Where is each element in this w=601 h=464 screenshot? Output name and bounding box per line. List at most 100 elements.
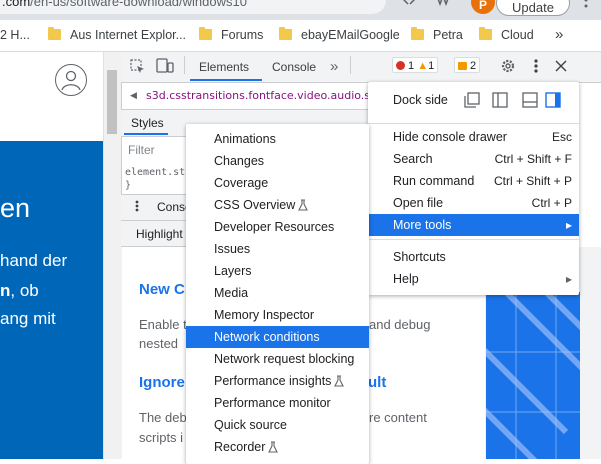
menu-item-run-command[interactable]: Run command Ctrl + Shift + P (368, 170, 579, 192)
dock-side-text: Dock side (393, 93, 448, 107)
more-tools-submenu: Animations Changes Coverage CSS Overview… (186, 124, 369, 464)
more-tabs-button[interactable]: » (330, 52, 338, 82)
menu-item-shortcut: Ctrl + P (531, 196, 572, 210)
menu-item-open-file[interactable]: Open file Ctrl + P (368, 192, 579, 214)
menu-item-shortcuts[interactable]: Shortcuts (368, 246, 579, 268)
dock-side-label: Dock side (393, 93, 448, 107)
menu-item-label: CSS Overview (214, 198, 296, 212)
issues-badge[interactable]: 2 (454, 57, 481, 73)
bookmarks-overflow-button[interactable]: » (555, 26, 563, 44)
folder-icon (199, 27, 212, 40)
account-icon[interactable] (55, 64, 87, 96)
error-count-badge[interactable]: 1 ▲1 (392, 57, 439, 73)
omnibox[interactable]: .com/en-us/software-download/windows10 (0, 0, 386, 14)
bookmark-label: ebayEMailGoogle (301, 28, 400, 42)
warning-icon: ▲ (417, 60, 429, 72)
folder-icon (479, 27, 492, 40)
url-text[interactable]: .com/en-us/software-download/windows10 (2, 0, 247, 9)
customize-menu-icon[interactable] (534, 59, 538, 73)
chevron-right-icon: » (330, 58, 339, 75)
error-count: 1 (408, 60, 415, 72)
menu-item-help[interactable]: Help ▸ (368, 268, 579, 290)
menu-item-label: Performance monitor (214, 396, 331, 410)
device-toolbar-icon[interactable] (156, 58, 174, 74)
menu-item-changes[interactable]: Changes (186, 150, 369, 172)
page-scrollbar-thumb[interactable] (107, 70, 117, 134)
warning-count: 1 (428, 60, 435, 72)
update-button[interactable]: Update (496, 0, 570, 16)
active-tab-indicator (124, 133, 168, 135)
menu-item-more-tools[interactable]: More tools ▸ (368, 214, 579, 236)
issues-count: 2 (470, 60, 477, 72)
menu-item-performance-insights[interactable]: Performance insights (186, 370, 369, 392)
menu-item-label: Network request blocking (214, 352, 355, 366)
menu-item-developer-resources[interactable]: Developer Resources (186, 216, 369, 238)
share-icon[interactable] (402, 0, 416, 8)
menu-item-label: Shortcuts (393, 250, 446, 264)
heading-text: Ignore (139, 374, 185, 391)
chevron-right-icon: » (555, 26, 564, 43)
menu-item-network-request-blocking[interactable]: Network request blocking (186, 348, 369, 370)
whats-new-text: The deb (139, 410, 187, 425)
menu-item-performance-monitor[interactable]: Performance monitor (186, 392, 369, 414)
dock-bottom-icon[interactable] (522, 92, 538, 108)
menu-item-memory-inspector[interactable]: Memory Inspector (186, 304, 369, 326)
tab-console[interactable]: Console (272, 52, 316, 82)
inspect-element-icon[interactable] (130, 59, 145, 74)
bookmark-folder[interactable]: ebayEMailGoogle (279, 26, 400, 44)
menu-item-hide-console-drawer[interactable]: Hide console drawer Esc (368, 126, 579, 148)
undock-icon[interactable] (464, 92, 480, 108)
whats-new-text: re content (369, 410, 427, 425)
bookmark-folder[interactable]: Aus Internet Explor... (48, 26, 186, 44)
menu-item-search[interactable]: Search Ctrl + Shift + F (368, 148, 579, 170)
menu-item-recorder[interactable]: Recorder (186, 436, 369, 458)
menu-item-issues[interactable]: Issues (186, 238, 369, 260)
devtools-scrollbar[interactable] (581, 292, 601, 459)
bookmark-item[interactable]: 2 H... (0, 26, 30, 44)
menu-item-animations[interactable]: Animations (186, 128, 369, 150)
bookmark-folder[interactable]: Cloud (479, 26, 534, 44)
bookmarks-bar: 2 H... Aus Internet Explor... Forums eba… (0, 20, 601, 52)
experiment-flask-icon (334, 375, 345, 387)
bookmark-star-icon[interactable] (436, 0, 450, 6)
close-icon[interactable] (555, 60, 567, 72)
experiment-flask-icon (298, 199, 309, 211)
triangle-left-icon[interactable]: ◀ (130, 90, 137, 101)
menu-item-css-overview[interactable]: CSS Overview (186, 194, 369, 216)
hero-text-line: n, ob (0, 281, 39, 301)
hero-text-line: hand der (0, 251, 68, 270)
dock-left-icon[interactable] (492, 92, 508, 108)
menu-item-layers[interactable]: Layers (186, 260, 369, 282)
toolbar-divider (350, 56, 351, 74)
styles-filter-input[interactable]: Filter (128, 143, 155, 157)
menu-item-quick-source[interactable]: Quick source (186, 414, 369, 436)
menu-item-label: Help (393, 272, 419, 286)
whats-new-text: and debug (369, 317, 431, 332)
whats-new-heading[interactable]: ult (368, 374, 386, 391)
menu-item-label: Coverage (214, 176, 269, 190)
menu-item-network-conditions[interactable]: Network conditions (186, 326, 369, 348)
menu-item-shortcut: Ctrl + Shift + P (493, 174, 572, 188)
drawer-menu-icon[interactable] (135, 200, 139, 212)
bookmark-folder[interactable]: Forums (199, 26, 263, 44)
tab-styles[interactable]: Styles (131, 116, 164, 130)
bookmark-label: Forums (221, 28, 264, 42)
folder-icon (411, 27, 424, 40)
tab-elements[interactable]: Elements (199, 52, 249, 82)
settings-gear-icon[interactable] (500, 58, 516, 74)
dock-right-icon[interactable] (545, 92, 561, 108)
browser-menu-icon[interactable] (584, 0, 588, 8)
whats-new-heading[interactable]: Ignore (139, 374, 185, 391)
hero-bold: n (0, 281, 11, 300)
hero-text-line: ang mit (0, 309, 56, 328)
submenu-arrow-icon: ▸ (565, 218, 572, 232)
bookmark-label: 2 H... (0, 28, 30, 42)
bookmark-folder[interactable]: Petra (411, 26, 463, 44)
menu-item-coverage[interactable]: Coverage (186, 172, 369, 194)
url-host: .com (2, 0, 31, 9)
whats-new-heading[interactable]: New C (139, 281, 185, 298)
menu-item-label: Network conditions (214, 330, 320, 344)
breadcrumb-node[interactable]: s3d.csstransitions.fontface.video.audio.… (146, 89, 384, 102)
whats-new-text: nested (139, 336, 179, 351)
menu-item-media[interactable]: Media (186, 282, 369, 304)
